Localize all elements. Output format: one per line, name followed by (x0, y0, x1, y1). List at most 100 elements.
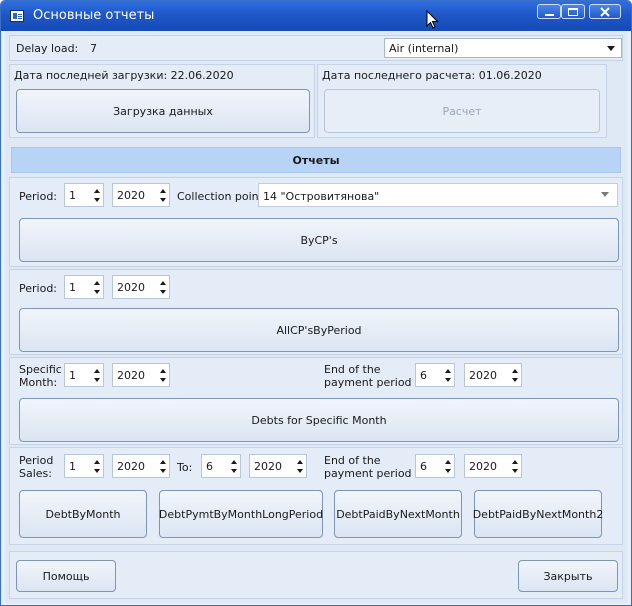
spin-down-icon[interactable] (160, 290, 166, 294)
end-year-spinner[interactable]: 2020 (464, 363, 522, 387)
close-button[interactable]: Закрыть (518, 560, 618, 592)
from-year-spinner[interactable]: 2020 (112, 454, 170, 478)
end-year-spinner[interactable]: 2020 (464, 454, 522, 478)
load-data-button[interactable]: Загрузка данных (16, 89, 310, 133)
label-line: End of the (324, 454, 381, 467)
period-year-spinner[interactable]: 2020 (112, 183, 170, 207)
debt-pymt-by-month-long-period-button[interactable]: DebtPymtByMonthLongPeriod (159, 490, 323, 538)
specific-month-label: Specific Month: (19, 363, 62, 389)
period-month-spinner[interactable]: 1 (64, 275, 104, 299)
spin-up-icon[interactable] (94, 281, 100, 285)
spinner-value: 2020 (254, 460, 282, 473)
calc-panel: Дата последнего расчета: 01.06.2020 Расч… (317, 64, 607, 138)
spin-down-icon[interactable] (160, 198, 166, 202)
bycps-button[interactable]: ByCP's (19, 218, 619, 262)
label-line: Period (19, 454, 54, 467)
period-month-spinner[interactable]: 1 (64, 183, 104, 207)
period-year-spinner[interactable]: 2020 (112, 275, 170, 299)
spin-down-icon[interactable] (231, 469, 237, 473)
spinner-value: 6 (206, 460, 213, 473)
delay-load-label: Delay load: (16, 42, 79, 55)
allcps-by-period-button[interactable]: AllCP'sByPeriod (19, 308, 619, 352)
spinner-value: 1 (69, 281, 76, 294)
spinner-value: 2020 (117, 460, 145, 473)
footer-panel: Помощь Закрыть (9, 551, 623, 599)
spin-up-icon[interactable] (160, 460, 166, 464)
title-bar[interactable]: Основные отчеты (1, 1, 631, 31)
spinner-value: 1 (69, 189, 76, 202)
spin-down-icon[interactable] (160, 378, 166, 382)
debt-paid-by-next-month-button[interactable]: DebtPaidByNextMonth (334, 490, 462, 538)
end-payment-period-label: End of the payment period (324, 454, 412, 480)
section-bycp: Period: 1 2020 Collection point 14 "Остр… (9, 177, 623, 267)
calc-button[interactable]: Расчет (324, 89, 600, 133)
end-month-spinner[interactable]: 6 (415, 454, 455, 478)
top-panel: Delay load: 7 Air (internal) (9, 35, 623, 61)
debt-paid-by-next-month2-button[interactable]: DebtPaidByNextMonth2 (473, 490, 603, 538)
spin-down-icon[interactable] (297, 469, 303, 473)
spin-up-icon[interactable] (94, 189, 100, 193)
chevron-down-icon (607, 46, 615, 51)
section-period-sales: Period Sales: 1 2020 To: 6 2020 End of t… (9, 447, 623, 545)
period-label: Period: (19, 282, 58, 295)
spin-down-icon[interactable] (445, 378, 451, 382)
spin-up-icon[interactable] (94, 460, 100, 464)
reports-header: Отчеты (11, 147, 621, 173)
specific-year-spinner[interactable]: 2020 (112, 363, 170, 387)
spin-up-icon[interactable] (512, 460, 518, 464)
spin-down-icon[interactable] (512, 378, 518, 382)
to-month-spinner[interactable]: 6 (201, 454, 241, 478)
spin-up-icon[interactable] (445, 460, 451, 464)
spin-up-icon[interactable] (160, 189, 166, 193)
close-icon (600, 7, 610, 17)
chevron-down-icon (601, 192, 609, 197)
debt-by-month-button[interactable]: DebtByMonth (19, 490, 147, 538)
specific-month-spinner[interactable]: 1 (64, 363, 104, 387)
from-month-spinner[interactable]: 1 (64, 454, 104, 478)
source-select[interactable]: Air (internal) (384, 38, 622, 58)
spinner-value: 2020 (117, 281, 145, 294)
load-panel: Дата последней загрузки: 22.06.2020 Загр… (9, 64, 315, 138)
label-line: payment period (324, 376, 412, 389)
spin-up-icon[interactable] (94, 369, 100, 373)
minimize-button[interactable] (537, 4, 561, 19)
label-line: End of the (324, 363, 381, 376)
maximize-icon (568, 8, 578, 16)
spin-up-icon[interactable] (160, 369, 166, 373)
period-label: Period: (19, 190, 58, 203)
spin-down-icon[interactable] (94, 198, 100, 202)
maximize-button[interactable] (561, 4, 585, 19)
spin-up-icon[interactable] (297, 460, 303, 464)
period-sales-label: Period Sales: (19, 454, 53, 480)
collection-point-label: Collection point (177, 190, 263, 203)
source-select-value: Air (internal) (389, 42, 459, 55)
spin-up-icon[interactable] (512, 369, 518, 373)
spin-down-icon[interactable] (94, 469, 100, 473)
spinner-value: 2020 (117, 369, 145, 382)
spin-down-icon[interactable] (94, 378, 100, 382)
section-allcps: Period: 1 2020 AllCP'sByPeriod (9, 269, 623, 355)
spin-down-icon[interactable] (94, 290, 100, 294)
debts-specific-month-button[interactable]: Debts for Specific Month (19, 398, 619, 442)
window-title: Основные отчеты (33, 8, 155, 23)
label-line: Specific (19, 363, 62, 376)
spin-down-icon[interactable] (160, 469, 166, 473)
label-line: Month: (19, 376, 58, 389)
help-button[interactable]: Помощь (16, 560, 116, 592)
spin-up-icon[interactable] (445, 369, 451, 373)
client-area: Delay load: 7 Air (internal) Дата послед… (5, 31, 627, 603)
delay-load-value: 7 (90, 42, 97, 55)
spin-up-icon[interactable] (231, 460, 237, 464)
end-month-spinner[interactable]: 6 (415, 363, 455, 387)
label-line: payment period (324, 467, 412, 480)
label-line: Sales: (19, 467, 52, 480)
spin-up-icon[interactable] (160, 281, 166, 285)
minimize-icon (544, 14, 554, 16)
collection-point-select[interactable]: 14 "Островитянова" (258, 183, 618, 207)
spin-down-icon[interactable] (512, 469, 518, 473)
spin-down-icon[interactable] (445, 469, 451, 473)
to-year-spinner[interactable]: 2020 (249, 454, 307, 478)
close-window-button[interactable] (589, 4, 621, 19)
to-label: To: (177, 461, 193, 474)
spinner-value: 1 (69, 460, 76, 473)
